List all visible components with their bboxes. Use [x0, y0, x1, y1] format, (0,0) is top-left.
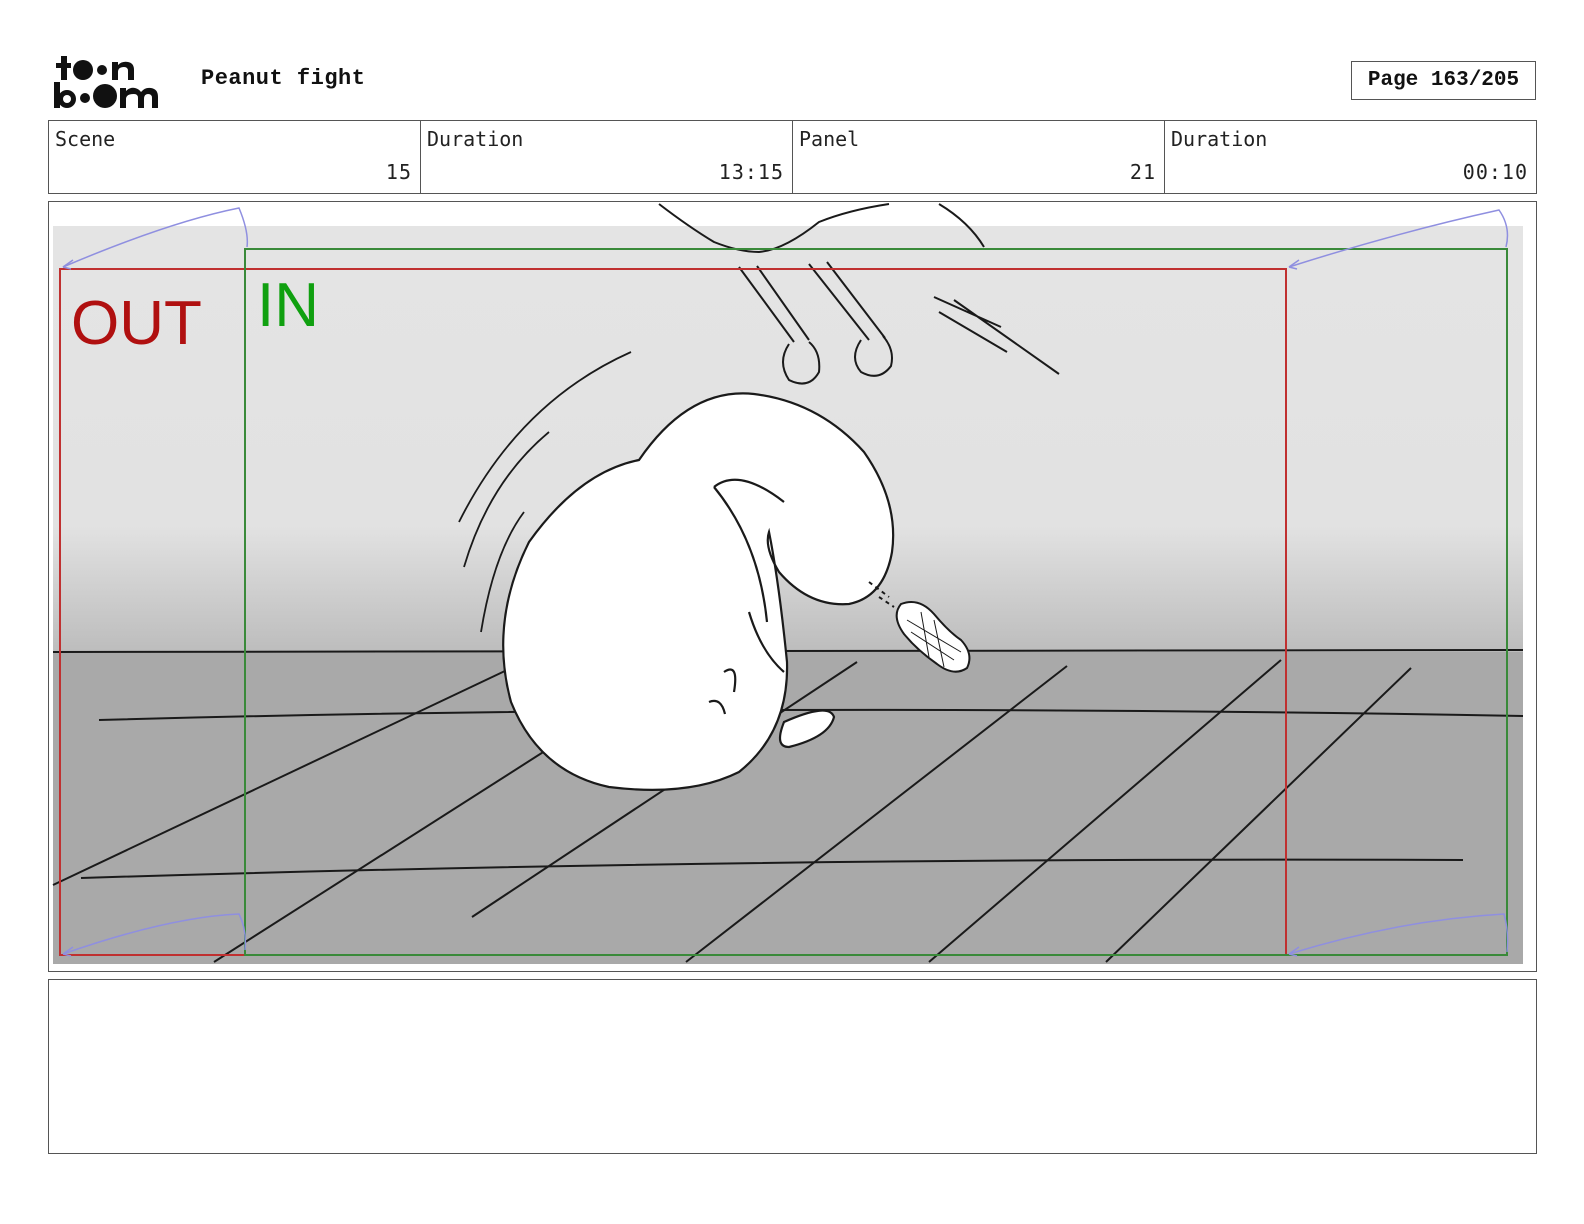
toon-boom-logo	[52, 52, 164, 110]
info-row: Scene 15 Duration 13:15 Panel 21 Duratio…	[48, 120, 1537, 194]
page-indicator: Page 163/205	[1351, 61, 1536, 100]
panel-value: 21	[1129, 160, 1156, 184]
in-label: IN	[257, 271, 319, 340]
storyboard-panel: OUT IN	[48, 201, 1537, 972]
panel-duration-cell: Duration 00:10	[1165, 121, 1536, 193]
scene-duration-value: 13:15	[718, 160, 784, 184]
panel-duration-value: 00:10	[1462, 160, 1528, 184]
panel-duration-label: Duration	[1171, 127, 1268, 151]
scene-value: 15	[385, 160, 412, 184]
panel-notes	[48, 979, 1537, 1154]
scene-duration-cell: Duration 13:15	[421, 121, 793, 193]
scene-label: Scene	[55, 127, 116, 151]
panel-label: Panel	[799, 127, 860, 151]
panel-drawing: OUT IN	[52, 203, 1524, 964]
out-label: OUT	[71, 289, 202, 358]
scene-cell: Scene 15	[49, 121, 421, 193]
scene-duration-label: Duration	[427, 127, 524, 151]
page-label: Page 163/205	[1367, 69, 1520, 92]
panel-cell: Panel 21	[793, 121, 1165, 193]
floor	[53, 652, 1523, 964]
logo-mark	[54, 56, 158, 108]
project-title: Peanut fight	[201, 66, 366, 91]
